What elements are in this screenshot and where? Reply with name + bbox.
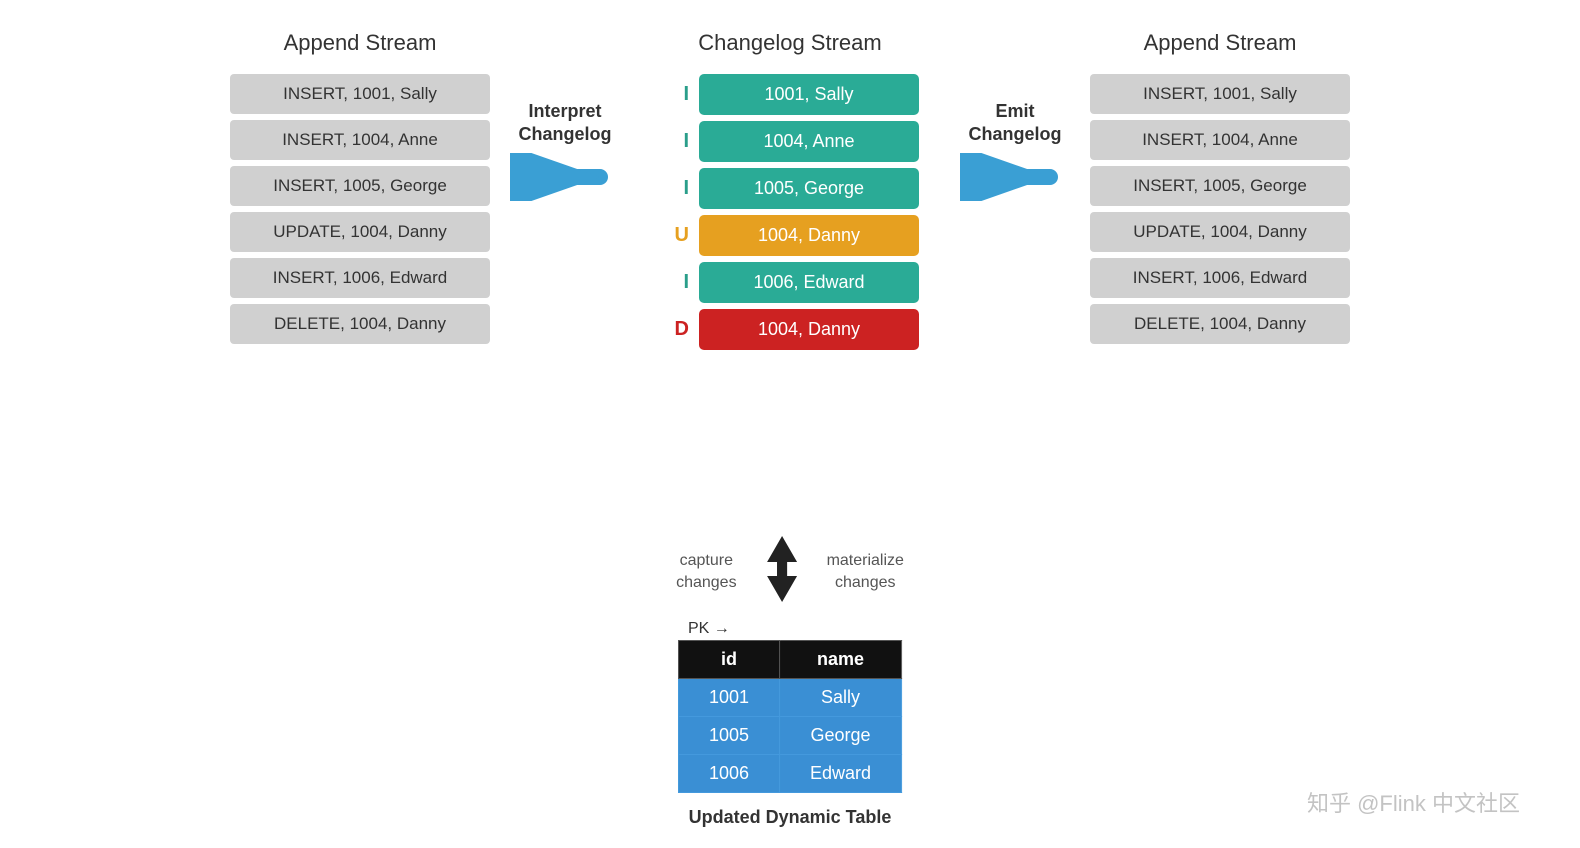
changelog-pill: 1004, Danny	[699, 309, 919, 350]
changelog-letter-insert: I	[661, 83, 689, 106]
left-stream-rows: INSERT, 1001, Sally INSERT, 1004, Anne INS…	[230, 74, 490, 350]
table-row: 1006Edward	[678, 755, 901, 793]
right-stream-row: INSERT, 1006, Edward	[1090, 258, 1350, 298]
table-header-row: id name	[678, 641, 901, 679]
left-stream-row: INSERT, 1005, George	[230, 166, 490, 206]
changelog-row: U 1004, Danny	[661, 215, 919, 256]
emit-arrow-icon	[960, 153, 1070, 201]
left-stream-row: DELETE, 1004, Danny	[230, 304, 490, 344]
changelog-letter-update: U	[661, 224, 689, 247]
changelog-pill: 1005, George	[699, 168, 919, 209]
emit-label: EmitChangelog	[969, 100, 1062, 147]
interpret-arrow-section: InterpretChangelog	[500, 100, 630, 201]
changelog-pill: 1004, Danny	[699, 215, 919, 256]
diagram-container: Append Stream INSERT, 1001, SallyINSERT,…	[0, 0, 1580, 848]
materialize-label: materializechanges	[827, 550, 904, 595]
dynamic-table: id name 1001Sally1005George1006Edward	[678, 640, 902, 793]
interpret-arrow-icon	[510, 153, 620, 201]
dynamic-table-wrap: PK → id name 1001Sally1005George1006Edwa…	[678, 620, 902, 828]
table-row: 1001Sally	[678, 679, 901, 717]
capture-label: capturechanges	[676, 550, 737, 595]
changelog-letter-insert: I	[661, 130, 689, 153]
left-stream-row: INSERT, 1006, Edward	[230, 258, 490, 298]
double-arrow-icon	[757, 534, 807, 610]
right-stream-row: INSERT, 1001, Sally	[1090, 74, 1350, 114]
right-stream-row: INSERT, 1004, Anne	[1090, 120, 1350, 160]
pk-row: PK →	[688, 620, 736, 638]
table-cell: Edward	[780, 755, 902, 793]
table-cell: Sally	[780, 679, 902, 717]
capture-materialize-row: capturechanges materializechanges	[676, 534, 904, 610]
col-id-header: id	[678, 641, 779, 679]
changelog-row: D 1004, Danny	[661, 309, 919, 350]
interpret-label: InterpretChangelog	[519, 100, 612, 147]
right-stream-title: Append Stream	[1144, 30, 1297, 56]
bottom-area: capturechanges materializechanges PK →	[676, 534, 904, 828]
left-stream-row: UPDATE, 1004, Danny	[230, 212, 490, 252]
right-stream-row: UPDATE, 1004, Danny	[1090, 212, 1350, 252]
middle-stream-title: Changelog Stream	[698, 30, 881, 56]
middle-changelog-stream: Changelog Stream I 1001, Sally I 1004, Anne…	[630, 30, 950, 356]
right-stream-row: DELETE, 1004, Danny	[1090, 304, 1350, 344]
table-caption: Updated Dynamic Table	[689, 807, 892, 828]
middle-stream-rows: I 1001, Sally I 1004, Anne I 1005, George U 100…	[661, 74, 919, 356]
changelog-row: I 1006, Edward	[661, 262, 919, 303]
table-cell: 1005	[678, 717, 779, 755]
changelog-row: I 1005, George	[661, 168, 919, 209]
watermark: 知乎 @Flink 中文社区	[1307, 786, 1520, 818]
table-row: 1005George	[678, 717, 901, 755]
table-cell: 1001	[678, 679, 779, 717]
right-append-stream: Append Stream INSERT, 1001, SallyINSERT,…	[1080, 30, 1360, 350]
changelog-letter-insert: I	[661, 177, 689, 200]
changelog-letter-insert: I	[661, 271, 689, 294]
col-name-header: name	[780, 641, 902, 679]
left-stream-row: INSERT, 1004, Anne	[230, 120, 490, 160]
changelog-pill: 1006, Edward	[699, 262, 919, 303]
table-cell: George	[780, 717, 902, 755]
changelog-pill: 1001, Sally	[699, 74, 919, 115]
right-stream-row: INSERT, 1005, George	[1090, 166, 1350, 206]
changelog-pill: 1004, Anne	[699, 121, 919, 162]
left-append-stream: Append Stream INSERT, 1001, SallyINSERT,…	[220, 30, 500, 350]
left-stream-title: Append Stream	[284, 30, 437, 56]
right-stream-rows: INSERT, 1001, Sally INSERT, 1004, Anne INS…	[1090, 74, 1350, 350]
changelog-row: I 1001, Sally	[661, 74, 919, 115]
left-stream-row: INSERT, 1001, Sally	[230, 74, 490, 114]
changelog-row: I 1004, Anne	[661, 121, 919, 162]
table-cell: 1006	[678, 755, 779, 793]
pk-label: PK →	[688, 620, 730, 638]
emit-arrow-section: EmitChangelog	[950, 100, 1080, 201]
dynamic-table-body: 1001Sally1005George1006Edward	[678, 679, 901, 793]
changelog-letter-delete: D	[661, 318, 689, 341]
